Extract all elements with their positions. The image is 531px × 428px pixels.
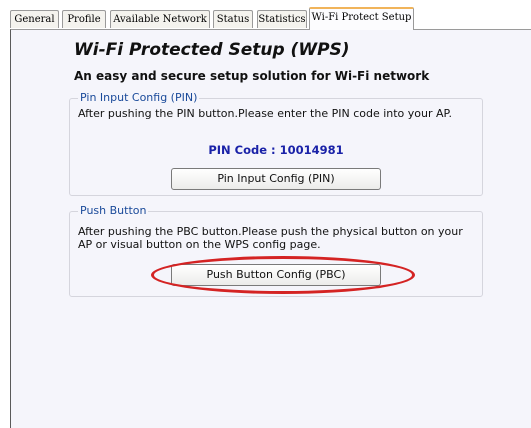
page-subtitle: An easy and secure setup solution for Wi… bbox=[74, 69, 430, 83]
pbc-group-legend: Push Button bbox=[78, 204, 149, 217]
pin-input-group: Pin Input Config (PIN) After pushing the… bbox=[69, 91, 483, 196]
push-button-config-button[interactable]: Push Button Config (PBC) bbox=[171, 264, 381, 286]
page-title: Wi-Fi Protected Setup (WPS) bbox=[74, 40, 350, 60]
tab-available-network[interactable]: Available Network bbox=[110, 10, 210, 28]
pin-code-label: PIN Code : bbox=[208, 143, 276, 157]
tab-bar: General Profile Available Network Status… bbox=[0, 0, 531, 30]
tab-status[interactable]: Status bbox=[213, 10, 253, 28]
tab-profile[interactable]: Profile bbox=[62, 10, 106, 28]
pin-code-display: PIN Code : 10014981 bbox=[70, 143, 482, 157]
tab-general[interactable]: General bbox=[10, 10, 59, 28]
pin-input-config-button[interactable]: Pin Input Config (PIN) bbox=[171, 168, 381, 190]
pbc-instructions: After pushing the PBC button.Please push… bbox=[78, 225, 463, 251]
tab-wifi-protect-setup[interactable]: Wi-Fi Protect Setup bbox=[309, 7, 414, 30]
pin-code-value: 10014981 bbox=[279, 143, 344, 157]
pin-group-legend: Pin Input Config (PIN) bbox=[78, 91, 200, 104]
pin-instructions: After pushing the PIN button.Please ente… bbox=[78, 107, 452, 120]
push-button-group: Push Button After pushing the PBC button… bbox=[69, 204, 483, 297]
tab-statistics[interactable]: Statistics bbox=[257, 10, 307, 28]
